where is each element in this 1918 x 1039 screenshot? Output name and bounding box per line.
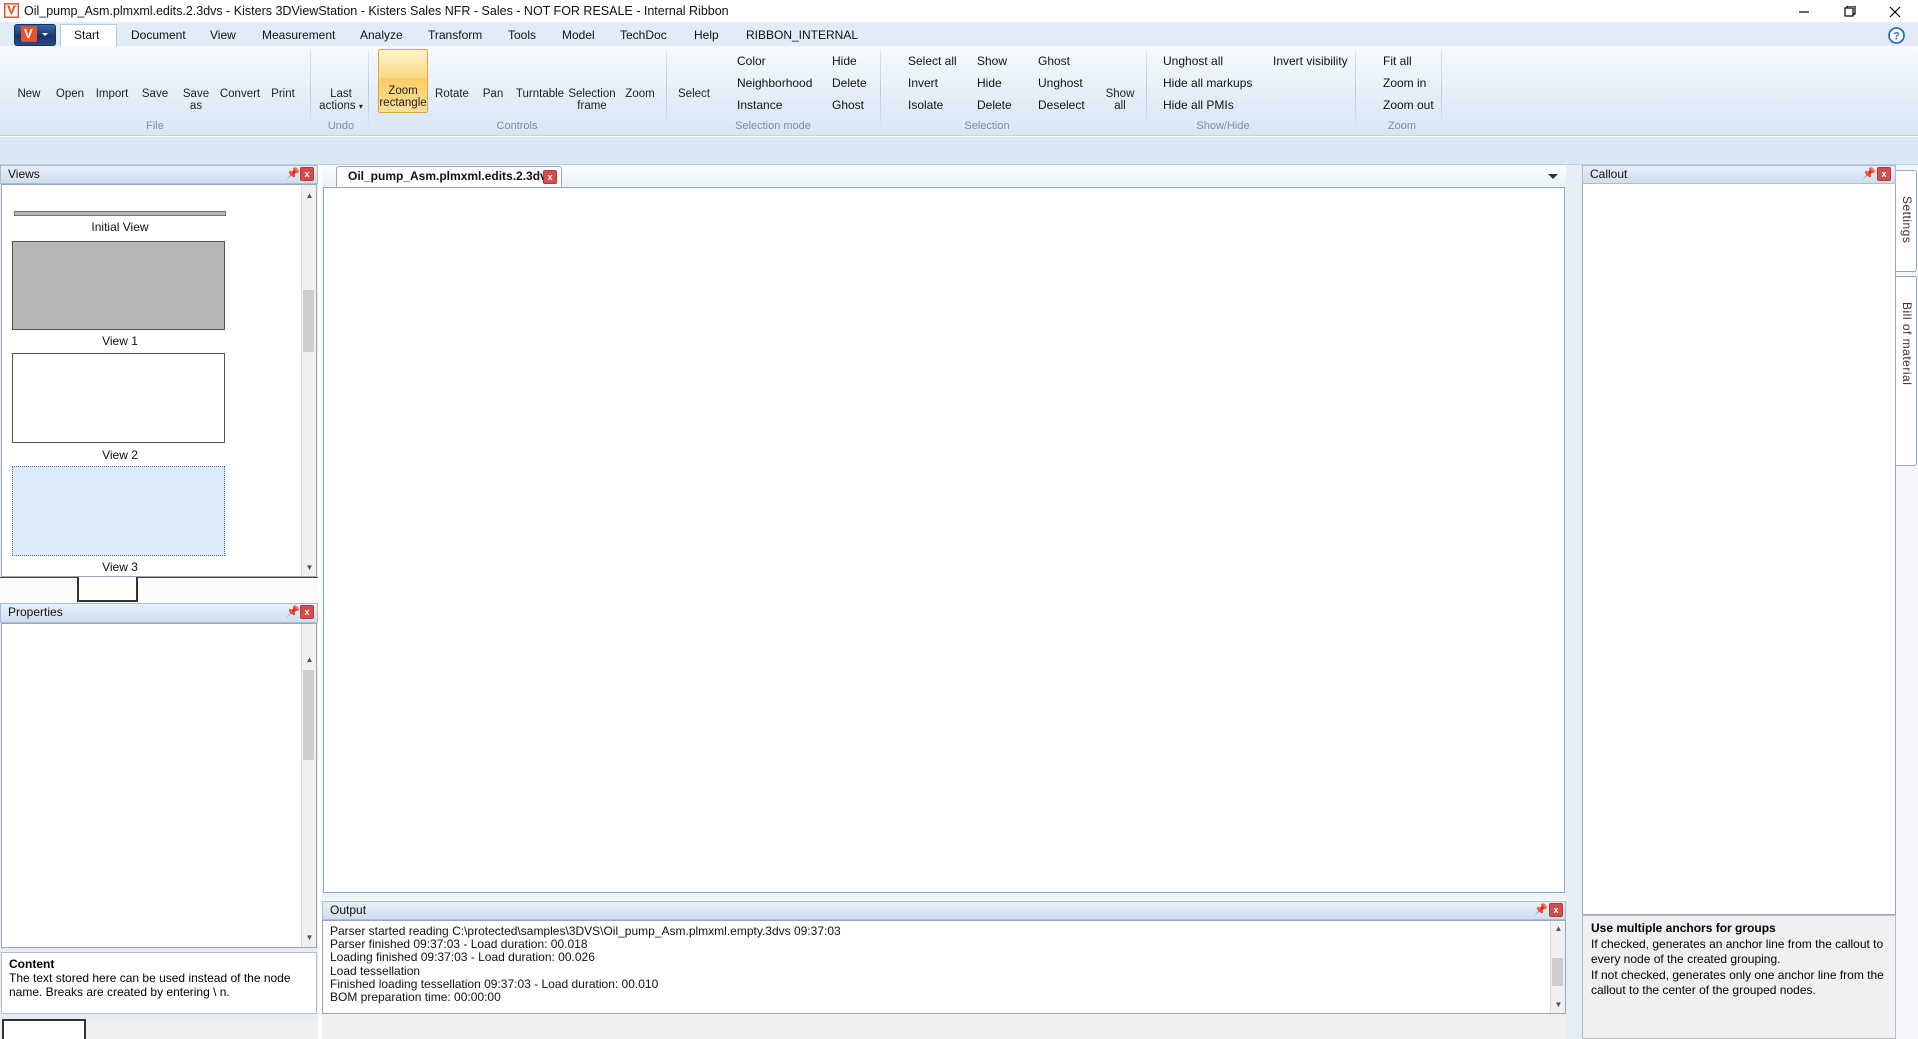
svg-text:?: ?: [1893, 31, 1900, 43]
